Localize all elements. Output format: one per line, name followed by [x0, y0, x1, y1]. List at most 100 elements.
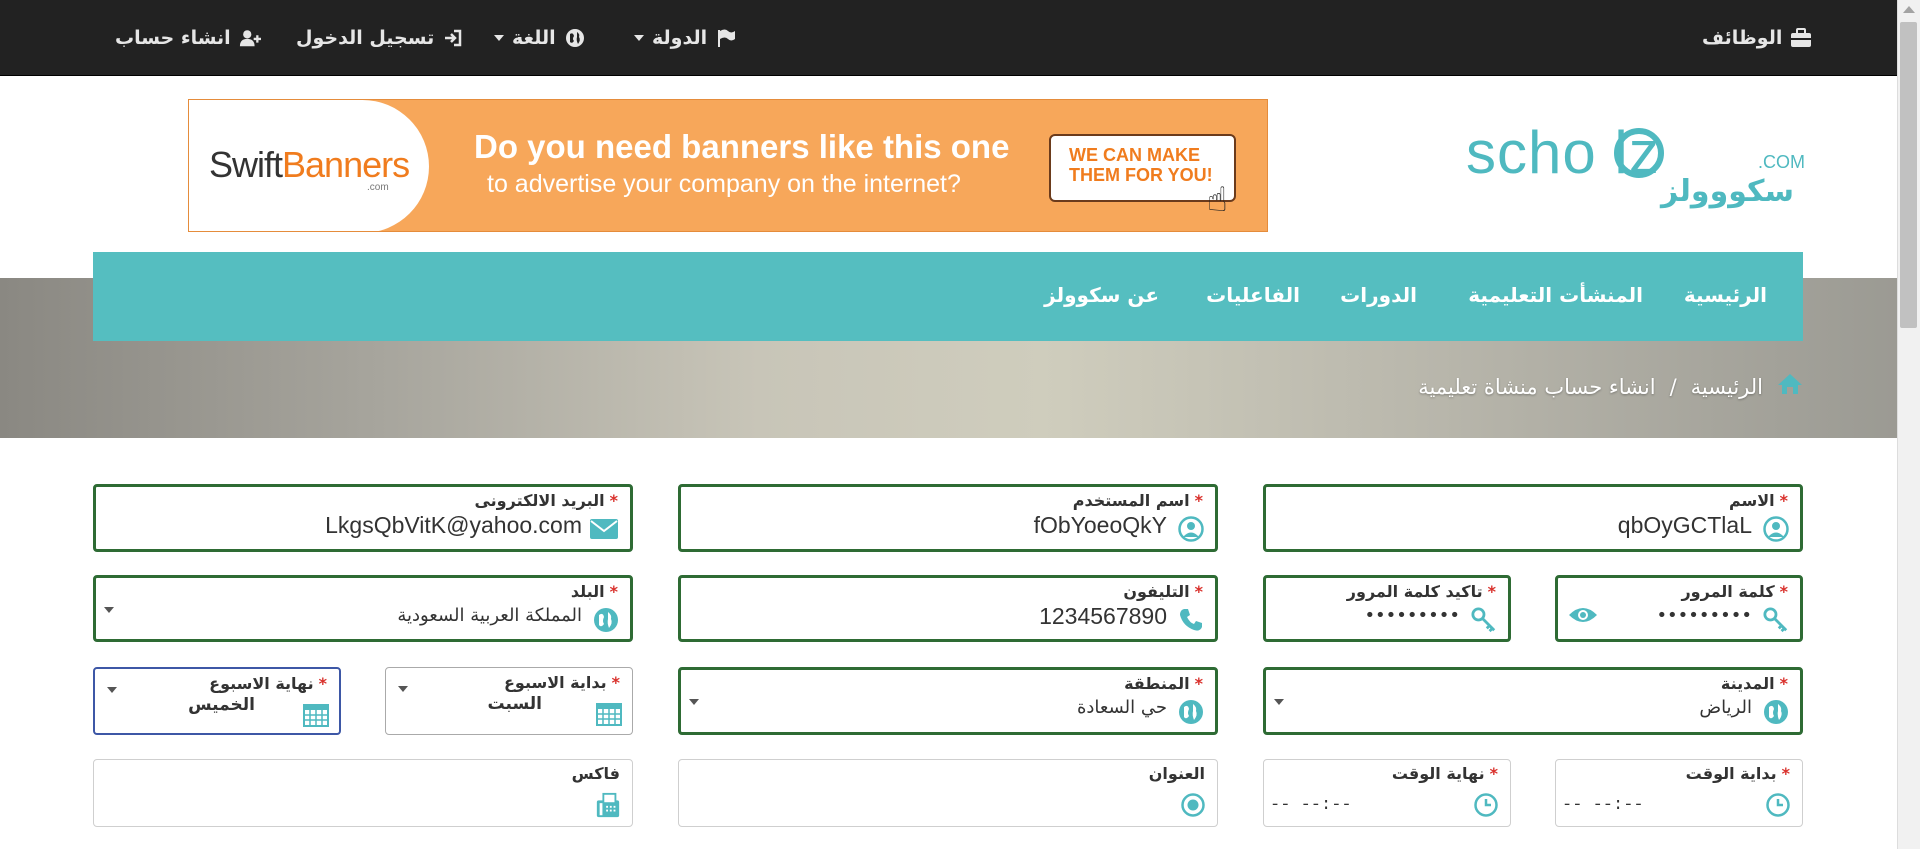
- week-end-select[interactable]: *نهاية الاسبوع الخميس: [93, 667, 341, 735]
- nav-institutions[interactable]: المنشأت التعليمية: [1468, 283, 1643, 307]
- end-time-field[interactable]: *نهاية الوقت -- --:--: [1263, 759, 1511, 827]
- required-mark: *: [1194, 674, 1203, 693]
- banner-cta-line1: WE CAN MAKE: [1069, 145, 1200, 165]
- phone-value: 1234567890: [1039, 603, 1167, 629]
- home-icon[interactable]: [1777, 373, 1803, 400]
- banner-subline: to advertise your company on the interne…: [487, 170, 961, 198]
- required-mark: *: [1779, 674, 1788, 693]
- country-label: *البلد: [571, 582, 618, 601]
- username-field[interactable]: *اسم المستخدم fObYoeoQkY: [678, 484, 1218, 552]
- name-label: *الاسم: [1729, 491, 1788, 510]
- required-mark: *: [1487, 582, 1496, 601]
- user-circle-icon: [1763, 516, 1789, 542]
- globe-icon: [593, 607, 619, 633]
- pointer-hand-icon: ☝: [1207, 180, 1228, 220]
- nav-home[interactable]: الرئيسية: [1684, 283, 1767, 307]
- country-value: المملكة العربية السعودية: [397, 605, 582, 626]
- country-label-text: البلد: [570, 582, 605, 601]
- globe-icon: [1763, 699, 1789, 725]
- breadcrumb: الرئيسية / انشاء حساب منشاة تعليمية: [1418, 373, 1803, 400]
- nav-courses[interactable]: الدورات: [1340, 283, 1417, 307]
- confirm-password-value: •••••••••: [1364, 605, 1460, 626]
- eye-icon[interactable]: [1568, 604, 1598, 628]
- banner-brand-a: Swift: [209, 144, 283, 185]
- key-icon: [1763, 607, 1789, 633]
- dropdown-arrow-icon[interactable]: [1274, 699, 1284, 705]
- globe-icon: [1178, 699, 1204, 725]
- dropdown-arrow-icon[interactable]: [398, 686, 408, 692]
- name-field[interactable]: *الاسم qbOyGCTlaL: [1263, 484, 1803, 552]
- address-label: العنوان: [1148, 764, 1205, 783]
- required-mark: *: [1779, 491, 1788, 510]
- dropdown-arrow-icon[interactable]: [689, 699, 699, 705]
- site-logo[interactable]: scho lz .COM سكووولز: [1466, 118, 1806, 218]
- fax-field[interactable]: فاكس: [93, 759, 633, 827]
- username-label: *اسم المستخدم: [1073, 491, 1203, 510]
- confirm-password-field[interactable]: *تاكيد كلمة المرور •••••••••: [1263, 575, 1511, 642]
- region-value: حي السعادة: [1076, 697, 1167, 718]
- name-label-text: الاسم: [1728, 491, 1775, 510]
- phone-field[interactable]: *التليفون 1234567890: [678, 575, 1218, 642]
- user-plus-icon: [239, 27, 261, 49]
- sign-in-icon: [442, 27, 464, 49]
- login-link[interactable]: تسجيل الدخول: [296, 23, 464, 53]
- city-value: الرياض: [1699, 697, 1752, 718]
- required-mark: *: [609, 491, 618, 510]
- scroll-up-arrow-icon[interactable]: [1903, 6, 1915, 13]
- dropdown-arrow-icon[interactable]: [104, 607, 114, 613]
- start-time-label: *بداية الوقت: [1686, 764, 1790, 783]
- chevron-down-icon: [494, 35, 504, 41]
- confirm-password-label-text: تاكيد كلمة المرور: [1346, 582, 1483, 601]
- clock-icon: [1765, 792, 1791, 818]
- language-dropdown[interactable]: اللغة: [490, 23, 586, 53]
- scrollbar-thumb[interactable]: [1900, 22, 1917, 328]
- logo-globe-icon: [1614, 128, 1664, 178]
- globe-icon: [564, 27, 586, 49]
- week-start-label-text: بداية الاسبوع: [503, 673, 607, 692]
- end-time-label: *نهاية الوقت: [1392, 764, 1498, 783]
- country-label: الدولة: [652, 27, 708, 49]
- required-mark: *: [318, 674, 327, 693]
- breadcrumb-home[interactable]: الرئيسية: [1691, 375, 1763, 399]
- country-select[interactable]: *البلد المملكة العربية السعودية: [93, 575, 633, 642]
- fax-icon: [595, 792, 621, 818]
- required-mark: *: [1194, 582, 1203, 601]
- confirm-password-label: *تاكيد كلمة المرور: [1347, 582, 1496, 601]
- breadcrumb-separator: /: [1669, 374, 1677, 399]
- signup-link[interactable]: انشاء حساب: [115, 23, 261, 53]
- required-mark: *: [1779, 582, 1788, 601]
- nav-events[interactable]: الفاعليات: [1206, 283, 1300, 307]
- required-mark: *: [1781, 764, 1790, 783]
- week-start-select[interactable]: *بداية الاسبوع السبت: [385, 667, 633, 735]
- country-dropdown[interactable]: الدولة: [630, 23, 737, 53]
- start-time-field[interactable]: *بداية الوقت -- --:--: [1555, 759, 1803, 827]
- logo-com: .COM: [1758, 152, 1805, 172]
- target-icon: [1180, 792, 1206, 818]
- ad-banner[interactable]: SwiftBanners .com Do you need banners li…: [188, 99, 1268, 232]
- password-label: *كلمة المرور: [1681, 582, 1788, 601]
- week-start-value: السبت: [487, 694, 542, 714]
- city-select[interactable]: *المدينة الرياض: [1263, 667, 1803, 735]
- password-label-text: كلمة المرور: [1681, 582, 1775, 601]
- briefcase-icon: [1790, 27, 1812, 49]
- jobs-link[interactable]: الوظائف: [1702, 23, 1812, 53]
- nav-about[interactable]: عن سكوولز: [1044, 283, 1159, 307]
- jobs-label: الوظائف: [1702, 27, 1783, 49]
- main-nav: الرئيسية المنشأت التعليمية الدورات الفاع…: [93, 252, 1803, 341]
- end-time-label-text: نهاية الوقت: [1391, 764, 1485, 783]
- region-select[interactable]: *المنطقة حي السعادة: [678, 667, 1218, 735]
- email-field[interactable]: *البريد الالكترونى LkgsQbVitK@yahoo.com: [93, 484, 633, 552]
- logo-arabic: سكووولز: [1661, 174, 1794, 209]
- address-field[interactable]: العنوان: [678, 759, 1218, 827]
- chevron-down-icon: [634, 35, 644, 41]
- week-end-label-text: نهاية الاسبوع: [209, 674, 314, 693]
- required-mark: *: [611, 673, 620, 692]
- flag-icon: [715, 27, 737, 49]
- name-value: qbOyGCTlaL: [1617, 512, 1752, 538]
- login-label: تسجيل الدخول: [296, 27, 435, 49]
- phone-label: *التليفون: [1123, 582, 1203, 601]
- required-mark: *: [1194, 491, 1203, 510]
- required-mark: *: [1489, 764, 1498, 783]
- dropdown-arrow-icon[interactable]: [107, 687, 117, 693]
- password-field[interactable]: *كلمة المرور •••••••••: [1555, 575, 1803, 642]
